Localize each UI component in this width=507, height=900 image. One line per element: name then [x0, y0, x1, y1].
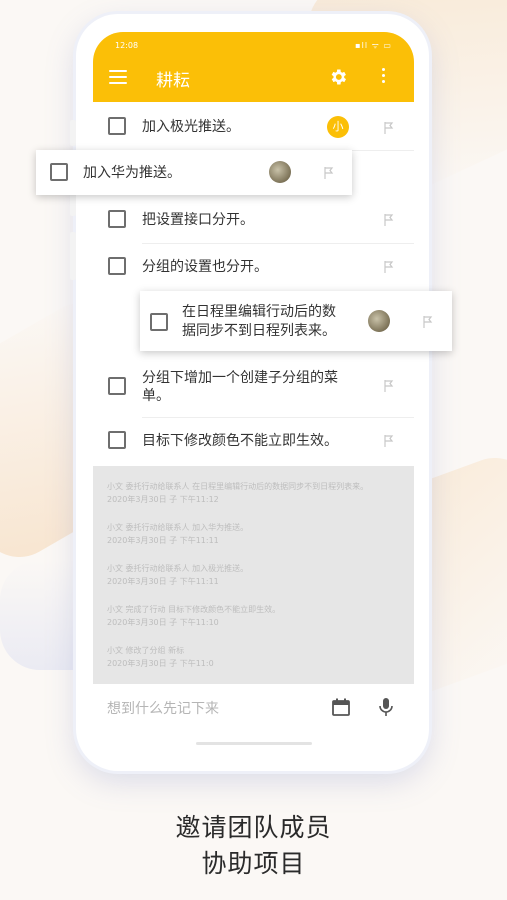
task-row[interactable]: 把设置接口分开。 — [93, 197, 414, 244]
task-label: 把设置接口分开。 — [142, 212, 254, 228]
log-entry-text: 小文 委托行动给联系人 加入极光推送。 — [107, 564, 249, 573]
quick-add-input[interactable]: 想到什么先记下来 — [107, 698, 219, 718]
log-entry-text: 小文 委托行动给联系人 加入华为推送。 — [107, 523, 249, 532]
log-entry-time: 2020年3月30日 子 下午11:10 — [107, 618, 219, 627]
task-label: 分组的设置也分开。 — [142, 259, 268, 275]
task-checkbox[interactable] — [50, 163, 68, 181]
assignee-avatar — [368, 310, 390, 332]
microphone-icon[interactable] — [376, 696, 396, 718]
log-entry-time: 2020年3月30日 子 下午11:0 — [107, 659, 214, 668]
task-row-dragged[interactable]: 加入华为推送。 — [36, 150, 352, 195]
task-label-line-1: 在日程里编辑行动后的数 — [182, 304, 336, 320]
flag-icon[interactable] — [383, 260, 395, 274]
log-entry-text: 小文 委托行动给联系人 在日程里编辑行动后的数据同步不到日程列表来。 — [107, 482, 369, 491]
assignee-badge: 小 — [327, 116, 349, 138]
flag-icon[interactable] — [323, 166, 335, 180]
gear-icon[interactable] — [328, 67, 348, 87]
quick-add-bar: 想到什么先记下来 — [93, 684, 414, 752]
task-checkbox[interactable] — [108, 117, 126, 135]
task-row[interactable]: 分组的设置也分开。 — [93, 244, 414, 291]
more-options-icon[interactable] — [382, 68, 386, 86]
task-checkbox[interactable] — [108, 431, 126, 449]
task-label: 加入华为推送。 — [83, 165, 181, 181]
task-row[interactable]: 加入极光推送。 小 — [93, 104, 414, 152]
phone-side-button — [70, 120, 76, 146]
calendar-icon[interactable] — [331, 697, 351, 717]
task-row-dragged[interactable]: 在日程里编辑行动后的数 据同步不到日程列表来。 — [140, 291, 452, 351]
log-entry-text: 小文 修改了分组 新标 — [107, 646, 185, 655]
home-indicator — [196, 742, 312, 745]
flag-icon[interactable] — [383, 379, 395, 393]
status-time: 12:08 — [115, 41, 139, 50]
flag-icon[interactable] — [422, 315, 434, 329]
menu-icon[interactable] — [109, 70, 127, 84]
app-screen: 12:08 ▪ll ᯤ ▭ 耕耘 加入极光推送。 小 把设置接口分开。 分组的设… — [93, 32, 414, 752]
task-row[interactable]: 分组下增加一个创建子分组的菜 单。 — [93, 358, 414, 416]
task-checkbox[interactable] — [108, 377, 126, 395]
status-icons: ▪ll ᯤ ▭ — [355, 41, 392, 50]
task-checkbox[interactable] — [108, 210, 126, 228]
task-checkbox[interactable] — [108, 257, 126, 275]
assignee-avatar — [269, 161, 291, 183]
task-label-line-2: 单。 — [142, 388, 170, 404]
app-toolbar: 12:08 ▪ll ᯤ ▭ 耕耘 — [93, 32, 414, 102]
phone-side-button — [70, 232, 76, 280]
promo-caption-line-1: 邀请团队成员 — [175, 813, 332, 842]
task-checkbox[interactable] — [150, 313, 168, 331]
task-label-line-2: 据同步不到日程列表来。 — [182, 323, 336, 339]
flag-icon[interactable] — [383, 434, 395, 448]
log-entry-time: 2020年3月30日 子 下午11:11 — [107, 577, 219, 586]
log-entry-text: 小文 完成了行动 目标下修改颜色不能立即生效。 — [107, 605, 281, 614]
task-label: 加入极光推送。 — [142, 119, 240, 135]
task-row[interactable]: 目标下修改颜色不能立即生效。 — [93, 418, 414, 464]
activity-log: 小文 委托行动给联系人 在日程里编辑行动后的数据同步不到日程列表来。 2020年… — [93, 466, 414, 684]
app-title: 耕耘 — [156, 71, 190, 91]
task-label-line-1: 分组下增加一个创建子分组的菜 — [142, 370, 338, 386]
task-label: 目标下修改颜色不能立即生效。 — [142, 433, 338, 449]
log-entry-time: 2020年3月30日 子 下午11:11 — [107, 536, 219, 545]
log-entry-time: 2020年3月30日 子 下午11:12 — [107, 495, 219, 504]
flag-icon[interactable] — [383, 121, 395, 135]
flag-icon[interactable] — [383, 213, 395, 227]
promo-caption-line-2: 协助项目 — [201, 849, 306, 878]
